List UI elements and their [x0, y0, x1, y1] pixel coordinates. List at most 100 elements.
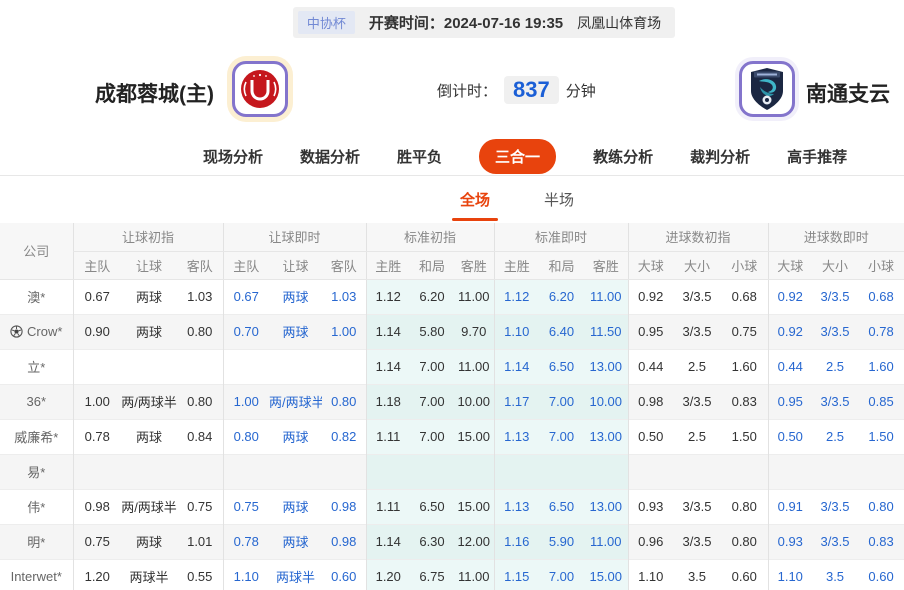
subtab-full-match[interactable]: 全场: [456, 176, 494, 223]
group-header: 标准即时: [494, 223, 628, 251]
odds-cell: 0.80: [322, 384, 366, 419]
odds-cell: 1.12: [366, 279, 410, 314]
odds-cell: 11.00: [454, 559, 494, 590]
odds-cell: 0.80: [177, 384, 223, 419]
tab-live-analysis[interactable]: 现场分析: [203, 146, 263, 167]
company-cell[interactable]: 易*: [0, 454, 73, 489]
tab-three-in-one[interactable]: 三合一: [479, 139, 556, 174]
odds-cell: [673, 454, 721, 489]
odds-cell: 0.50: [628, 419, 673, 454]
odds-cell: 1.01: [177, 524, 223, 559]
odds-cell: 0.68: [858, 279, 904, 314]
odds-cell: [322, 349, 366, 384]
odds-cell: 0.75: [177, 489, 223, 524]
odds-cell: 0.98: [322, 524, 366, 559]
odds-table-body: 澳*0.67两球1.030.67两球1.031.126.2011.001.126…: [0, 279, 904, 590]
odds-cell: 0.78: [858, 314, 904, 349]
odds-cell: 6.75: [410, 559, 454, 590]
odds-row: 伟*0.98两/两球半0.750.75两球0.981.116.5015.001.…: [0, 489, 904, 524]
subtab-half-match[interactable]: 半场: [540, 176, 578, 223]
odds-row: 易*: [0, 454, 904, 489]
odds-cell: 1.17: [494, 384, 539, 419]
odds-cell: [322, 454, 366, 489]
col-header: 小球: [721, 251, 768, 279]
odds-cell: 1.16: [494, 524, 539, 559]
odds-cell: [584, 454, 628, 489]
odds-cell: 1.14: [366, 314, 410, 349]
odds-cell: 15.00: [454, 419, 494, 454]
odds-cell: 0.85: [858, 384, 904, 419]
col-header: 和局: [539, 251, 584, 279]
odds-cell: 两球: [121, 279, 177, 314]
col-header: 小球: [858, 251, 904, 279]
odds-cell: 1.12: [494, 279, 539, 314]
odds-cell: 2.5: [673, 349, 721, 384]
odds-cell: 0.78: [73, 419, 121, 454]
odds-cell: 1.20: [366, 559, 410, 590]
col-header: 让球: [121, 251, 177, 279]
tab-data-analysis[interactable]: 数据分析: [300, 146, 360, 167]
odds-cell: 0.80: [721, 524, 768, 559]
odds-cell: 11.00: [454, 279, 494, 314]
odds-cell: 两球: [121, 314, 177, 349]
odds-cell: 0.98: [73, 489, 121, 524]
tab-referee-analysis[interactable]: 裁判分析: [690, 146, 750, 167]
odds-cell: 0.84: [177, 419, 223, 454]
home-team-name[interactable]: 成都蓉城(主): [95, 78, 214, 108]
company-cell[interactable]: 明*: [0, 524, 73, 559]
odds-row: 明*0.75两球1.010.78两球0.981.146.3012.001.165…: [0, 524, 904, 559]
odds-cell: 两球: [269, 524, 322, 559]
odds-cell: 7.00: [410, 419, 454, 454]
company-cell[interactable]: 立*: [0, 349, 73, 384]
odds-cell: 1.00: [73, 384, 121, 419]
odds-cell: 0.50: [768, 419, 812, 454]
odds-cell: 两球半: [121, 559, 177, 590]
odds-cell: 3/3.5: [812, 279, 858, 314]
company-cell[interactable]: 36*: [0, 384, 73, 419]
odds-cell: 9.70: [454, 314, 494, 349]
col-header: 主队: [223, 251, 269, 279]
odds-cell: 11.00: [584, 524, 628, 559]
odds-cell: 7.00: [410, 384, 454, 419]
odds-cell: [454, 454, 494, 489]
tab-win-draw-lose[interactable]: 胜平负: [397, 146, 442, 167]
countdown-unit: 分钟: [566, 80, 596, 101]
company-cell[interactable]: Crow*: [0, 314, 73, 349]
odds-cell: [223, 349, 269, 384]
odds-cell: 0.92: [768, 314, 812, 349]
odds-cell: 两球: [269, 489, 322, 524]
odds-cell: [628, 454, 673, 489]
odds-cell: 0.55: [177, 559, 223, 590]
odds-cell: 1.14: [366, 524, 410, 559]
odds-cell: 0.90: [73, 314, 121, 349]
odds-cell: 3/3.5: [673, 384, 721, 419]
odds-cell: 13.00: [584, 489, 628, 524]
odds-cell: 1.11: [366, 419, 410, 454]
odds-cell: 1.10: [768, 559, 812, 590]
odds-cell: [812, 454, 858, 489]
group-header: 进球数即时: [768, 223, 904, 251]
league-badge[interactable]: 中协杯: [298, 11, 355, 34]
odds-table: 公司让球初指让球即时标准初指标准即时进球数初指进球数即时主队让球客队主队让球客队…: [0, 223, 904, 590]
odds-cell: 5.90: [539, 524, 584, 559]
odds-cell: 2.5: [812, 419, 858, 454]
tab-coach-analysis[interactable]: 教练分析: [593, 146, 653, 167]
tab-expert-picks[interactable]: 高手推荐: [787, 146, 847, 167]
odds-cell: 11.00: [584, 279, 628, 314]
col-header: 客胜: [584, 251, 628, 279]
company-cell[interactable]: 威廉希*: [0, 419, 73, 454]
countdown-label: 倒计时：: [437, 80, 497, 101]
odds-cell: 0.75: [73, 524, 121, 559]
odds-cell: [858, 454, 904, 489]
odds-cell: 0.78: [223, 524, 269, 559]
odds-cell: 2.5: [673, 419, 721, 454]
company-cell[interactable]: 伟*: [0, 489, 73, 524]
company-cell[interactable]: 澳*: [0, 279, 73, 314]
company-cell[interactable]: Interwet*: [0, 559, 73, 590]
odds-cell: 0.75: [223, 489, 269, 524]
odds-cell: 1.10: [628, 559, 673, 590]
odds-cell: [73, 349, 121, 384]
away-team-name[interactable]: 南通支云: [806, 78, 890, 108]
odds-cell: [223, 454, 269, 489]
odds-cell: 6.50: [410, 489, 454, 524]
